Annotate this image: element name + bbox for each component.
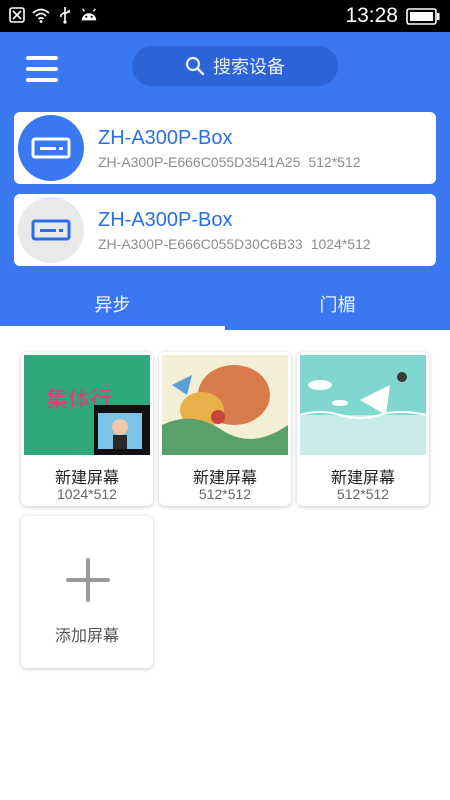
search-icon bbox=[185, 56, 205, 76]
screen-resolution: 512*512 bbox=[336, 486, 390, 502]
screen-resolution: 512*512 bbox=[198, 486, 252, 502]
device-box-icon bbox=[31, 137, 71, 159]
device-avatar bbox=[18, 197, 84, 263]
device-id: ZH-A300P-E666C055D30C6B33 bbox=[98, 236, 303, 252]
tab-indicator bbox=[0, 326, 225, 330]
device-avatar bbox=[18, 115, 84, 181]
device-info: ZH-A300P-E666C055D3541A25 512*512 bbox=[98, 154, 361, 170]
menu-button[interactable] bbox=[26, 56, 58, 82]
screen-card-2[interactable]: 新建屏幕 512*512 bbox=[159, 352, 291, 506]
screen-resolution: 1024*512 bbox=[57, 486, 117, 502]
status-bar: 13:28 bbox=[0, 0, 450, 32]
screen-title: 新建屏幕 bbox=[54, 470, 119, 487]
tab-lintel-label: 门楣 bbox=[319, 295, 356, 315]
plus-icon bbox=[66, 558, 110, 602]
app-header: 搜索设备 ZH-A300P-Box ZH-A300P-E666C055D3541… bbox=[0, 32, 450, 330]
screen-card-1[interactable]: 集体行 新建屏幕 1024*512 bbox=[21, 352, 153, 506]
screen-card-3[interactable]: 新建屏幕 512*512 bbox=[297, 352, 429, 506]
device-id: ZH-A300P-E666C055D3541A25 bbox=[98, 154, 301, 170]
tab-async[interactable]: 异步 bbox=[0, 285, 225, 330]
device-resolution: 512*512 bbox=[308, 154, 361, 170]
device-card-1[interactable]: ZH-A300P-Box ZH-A300P-E666C055D3541A25 51… bbox=[14, 112, 436, 184]
search-placeholder: 搜索设备 bbox=[213, 57, 285, 77]
add-screen-button[interactable]: 添加屏幕 bbox=[21, 516, 153, 668]
screen-thumbnail bbox=[162, 355, 288, 455]
clock: 13:28 bbox=[345, 4, 398, 27]
screen-thumbnail bbox=[300, 355, 426, 455]
device-card-2[interactable]: ZH-A300P-Box ZH-A300P-E666C055D30C6B33 10… bbox=[14, 194, 436, 266]
add-screen-label: 添加屏幕 bbox=[54, 628, 119, 645]
tab-lintel[interactable]: 门楣 bbox=[225, 285, 450, 330]
sim-off-icon bbox=[8, 6, 26, 24]
screen-thumbnail: 集体行 bbox=[24, 355, 150, 455]
device-resolution: 1024*512 bbox=[310, 236, 371, 252]
device-info: ZH-A300P-E666C055D30C6B33 1024*512 bbox=[98, 236, 371, 252]
device-name: ZH-A300P-Box bbox=[98, 209, 233, 231]
android-icon bbox=[80, 6, 98, 24]
screen-title: 新建屏幕 bbox=[330, 470, 395, 487]
search-box[interactable]: 搜索设备 bbox=[132, 46, 338, 86]
tab-bar: 异步 门楣 bbox=[0, 285, 450, 330]
tab-async-label: 异步 bbox=[94, 295, 131, 315]
usb-icon bbox=[56, 6, 74, 24]
screen-title: 新建屏幕 bbox=[192, 470, 257, 487]
wifi-icon bbox=[32, 6, 50, 24]
device-box-icon bbox=[31, 219, 71, 241]
device-name: ZH-A300P-Box bbox=[98, 127, 233, 149]
battery-icon bbox=[406, 8, 440, 25]
